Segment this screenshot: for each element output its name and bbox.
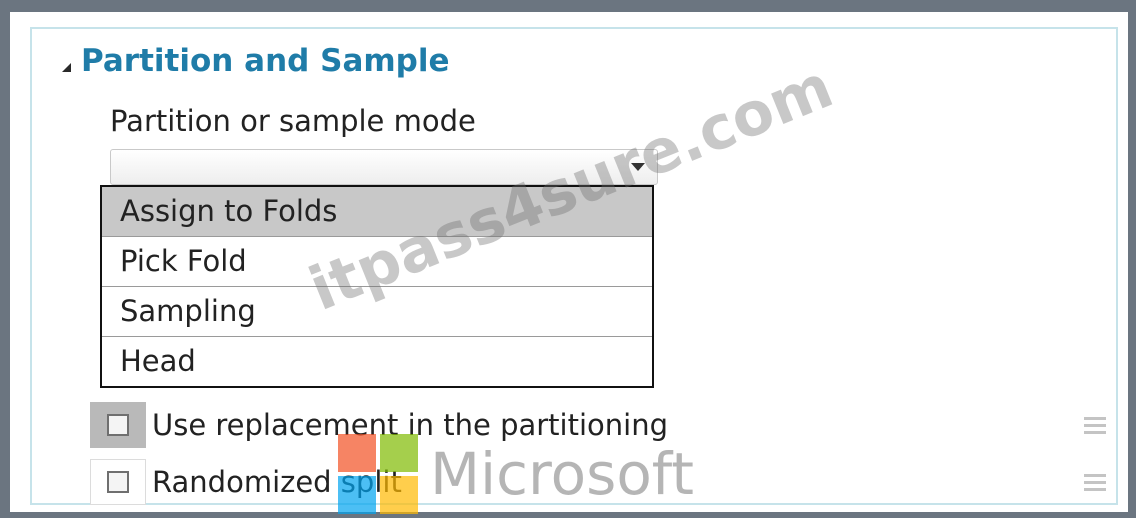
option-head[interactable]: Head bbox=[102, 337, 652, 387]
collapse-triangle-icon[interactable] bbox=[62, 62, 71, 72]
option-assign-to-folds[interactable]: Assign to Folds bbox=[102, 187, 652, 237]
chevron-down-icon[interactable] bbox=[631, 163, 645, 171]
section-title: Partition and Sample bbox=[81, 43, 450, 79]
randomized-split-row[interactable]: Randomized split bbox=[90, 459, 402, 505]
option-pick-fold[interactable]: Pick Fold bbox=[102, 237, 652, 287]
randomized-split-checkbox[interactable] bbox=[107, 471, 129, 493]
drag-handle-icon[interactable] bbox=[1084, 417, 1106, 437]
mode-dropdown-list: Assign to Folds Pick Fold Sampling Head bbox=[100, 185, 654, 388]
mode-select[interactable] bbox=[110, 149, 658, 185]
use-replacement-row[interactable]: Use replacement in the partitioning bbox=[90, 402, 668, 448]
section-header[interactable]: Partition and Sample bbox=[62, 43, 450, 79]
use-replacement-checkbox[interactable] bbox=[107, 414, 129, 436]
option-sampling[interactable]: Sampling bbox=[102, 287, 652, 337]
mode-label: Partition or sample mode bbox=[110, 104, 476, 138]
window-frame: Partition and Sample Partition or sample… bbox=[10, 12, 1128, 512]
use-replacement-label: Use replacement in the partitioning bbox=[152, 408, 668, 442]
randomized-split-label: Randomized split bbox=[152, 465, 402, 499]
drag-handle-icon[interactable] bbox=[1084, 474, 1106, 494]
use-replacement-checkbox-area[interactable] bbox=[90, 402, 146, 448]
randomized-split-checkbox-area[interactable] bbox=[90, 459, 146, 505]
properties-panel: Partition and Sample Partition or sample… bbox=[30, 27, 1118, 505]
